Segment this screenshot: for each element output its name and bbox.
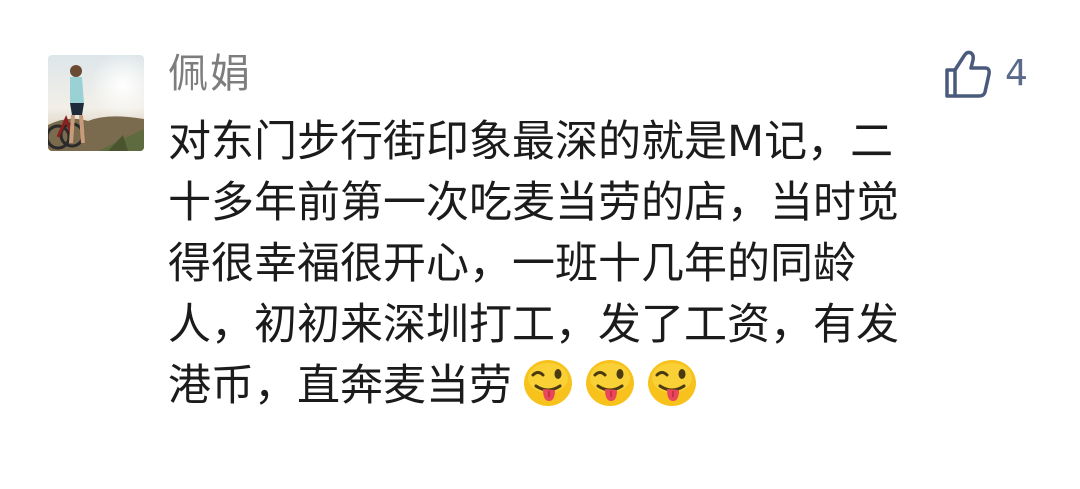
winking-tongue-emoji-icon xyxy=(584,356,636,408)
comment-card: 佩娟 4 对东门步行街印象最深的就是M记，二 十多年前第一次吃麦当劳的店，当时觉… xyxy=(0,0,1080,489)
winking-tongue-emoji-icon xyxy=(646,356,698,408)
comment-line-last: 港币，直奔麦当劳 xyxy=(168,356,1028,417)
like-count: 4 xyxy=(1005,53,1028,94)
comment-line: 对东门步行街印象最深的就是M记，二 xyxy=(168,117,894,167)
comment-body: 对东门步行街印象最深的就是M记，二 十多年前第一次吃麦当劳的店，当时觉 得很幸福… xyxy=(168,112,1028,417)
like-button[interactable]: 4 xyxy=(943,44,1028,104)
comment-line: 得很幸福很开心，一班十几年的同龄 xyxy=(168,239,856,289)
comment-line-text: 港币，直奔麦当劳 xyxy=(168,361,512,411)
comment-line: 人，初初来深圳打工，发了工资，有发 xyxy=(168,300,899,350)
avatar-photo xyxy=(48,55,144,151)
comment-line: 十多年前第一次吃麦当劳的店，当时觉 xyxy=(168,178,899,228)
author-name[interactable]: 佩娟 xyxy=(168,48,252,100)
thumbs-up-icon xyxy=(945,50,991,98)
winking-tongue-emoji-icon xyxy=(522,356,574,408)
avatar[interactable] xyxy=(48,55,144,151)
